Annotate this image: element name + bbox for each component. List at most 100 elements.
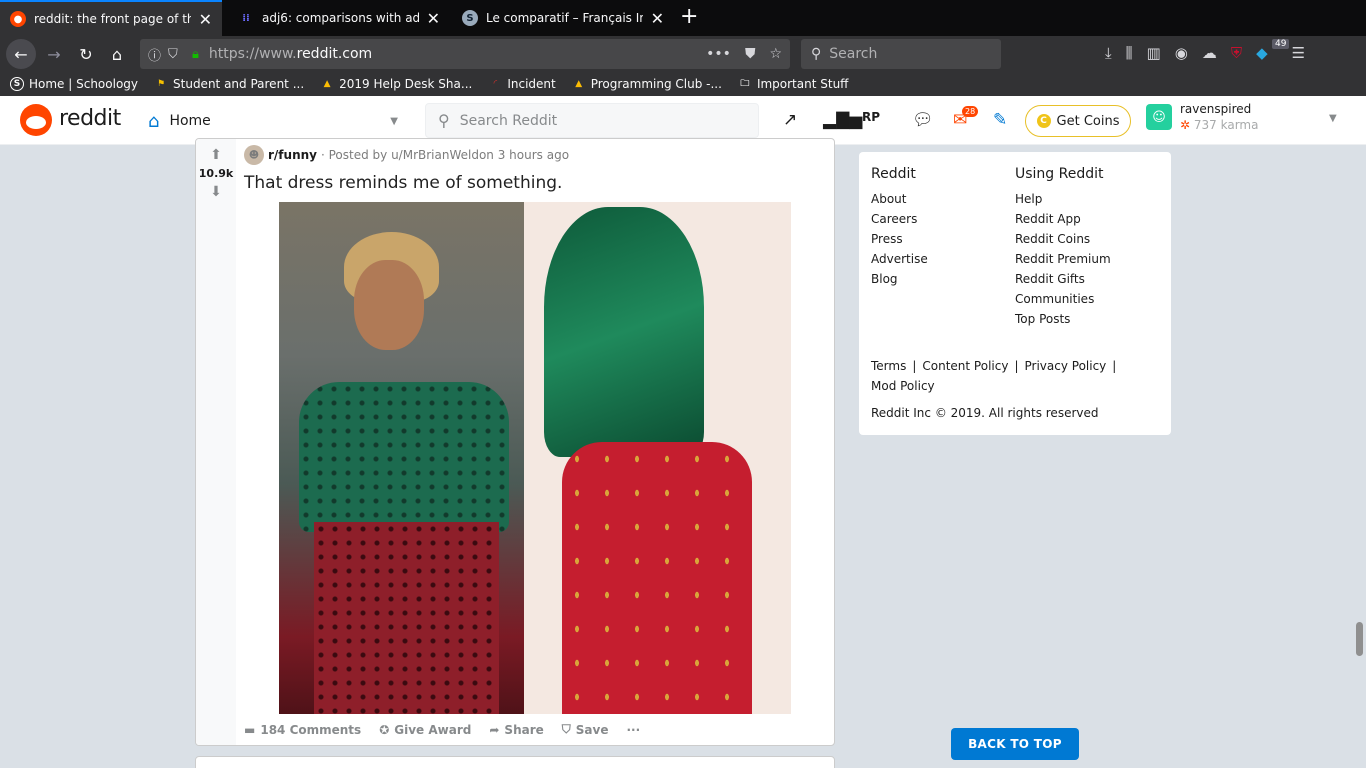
bookmark-incident[interactable]: ◜ Incident xyxy=(488,77,556,91)
tab-title: Le comparatif – Français Interactif xyxy=(486,11,643,25)
pocket-icon[interactable]: ⛊ xyxy=(745,46,756,62)
bookmark-label: Home | Schoology xyxy=(29,77,139,91)
forward-arrow-icon[interactable]: → xyxy=(40,40,68,68)
account-icon[interactable]: ◉ xyxy=(1175,44,1188,62)
reddit-wordmark[interactable]: reddit xyxy=(59,106,121,131)
rpan-icon[interactable]: RP xyxy=(862,110,880,124)
schoology-icon: S xyxy=(10,77,24,91)
link-reddit-gifts[interactable]: Reddit Gifts xyxy=(1015,272,1111,286)
tab-title: adj6: comparisons with adjectives xyxy=(262,11,419,25)
shield-icon[interactable]: ⛉ xyxy=(168,47,178,62)
karma-icon: ✲ xyxy=(1180,118,1191,132)
reddit-favicon-icon: ● xyxy=(10,11,26,27)
user-menu[interactable]: ☺ ravenspired ✲ 737 karma xyxy=(1146,102,1258,132)
vpn-icon[interactable]: ☁ xyxy=(1202,44,1217,62)
post-title[interactable]: That dress reminds me of something. xyxy=(244,173,562,193)
link-communities[interactable]: Communities xyxy=(1015,292,1111,306)
page-actions-icon[interactable]: ••• xyxy=(706,46,731,62)
bookmark-icon: ⛉ xyxy=(561,722,571,736)
chat-icon[interactable]: 💬︎ xyxy=(912,110,934,130)
post-card[interactable]: ⬆ 10.9k ⬇ ☻ r/funny · Posted by u/MrBria… xyxy=(195,138,835,746)
link-mod-policy[interactable]: Mod Policy xyxy=(871,379,935,393)
tab-reddit[interactable]: ● reddit: the front page of the internet… xyxy=(0,0,222,36)
bookmark-label: 2019 Help Desk Sha... xyxy=(339,77,473,91)
posted-by[interactable]: · Posted by u/MrBrianWeldon 3 hours ago xyxy=(321,148,569,162)
link-terms[interactable]: Terms xyxy=(871,359,906,373)
close-tab-icon[interactable]: ✕ xyxy=(651,9,664,28)
link-content-policy[interactable]: Content Policy xyxy=(922,359,1008,373)
sidebar-icon[interactable]: ▥ xyxy=(1147,44,1161,62)
link-help[interactable]: Help xyxy=(1015,192,1111,206)
next-post-card[interactable] xyxy=(195,756,835,768)
sidebar-footer-card: Reddit About Careers Press Advertise Blo… xyxy=(859,152,1171,435)
back-arrow-icon[interactable]: ← xyxy=(6,39,36,69)
link-about[interactable]: About xyxy=(871,192,928,206)
get-coins-button[interactable]: C Get Coins xyxy=(1025,105,1131,137)
lock-icon: 🔒︎ xyxy=(192,46,199,62)
tab-adj6[interactable]: ⁞⁞ adj6: comparisons with adjectives ✕ xyxy=(228,0,450,36)
link-reddit-premium[interactable]: Reddit Premium xyxy=(1015,252,1111,266)
reddit-logo-icon[interactable] xyxy=(20,104,52,136)
subreddit-link[interactable]: r/funny xyxy=(268,148,317,162)
download-icon[interactable]: ⤓ xyxy=(1105,44,1112,62)
home-icon[interactable]: ⌂ xyxy=(103,40,131,68)
link-privacy-policy[interactable]: Privacy Policy xyxy=(1025,359,1107,373)
link-reddit-app[interactable]: Reddit App xyxy=(1015,212,1111,226)
tab-comparatif[interactable]: S Le comparatif – Français Interactif ✕ xyxy=(452,0,674,36)
bookmark-programming-club[interactable]: ▲ Programming Club -... xyxy=(572,77,722,91)
upvote-arrow-icon[interactable]: ⬆ xyxy=(210,147,222,163)
bookmark-label: Student and Parent ... xyxy=(173,77,305,91)
ublock-icon[interactable]: ⛨ xyxy=(1231,44,1242,62)
back-to-top-button[interactable]: BACK TO TOP xyxy=(951,728,1079,760)
link-blog[interactable]: Blog xyxy=(871,272,928,286)
post-actions: ▬ 184 Comments ✪ Give Award ➦ Share ⛉ Sa… xyxy=(244,722,640,737)
browser-tab-bar: ● reddit: the front page of the internet… xyxy=(0,0,1366,36)
search-icon: ⚲ xyxy=(811,46,822,62)
swirl-icon: ◜ xyxy=(493,79,498,89)
extension-icon[interactable]: ◆ xyxy=(1256,44,1268,62)
extension-badge: 49 xyxy=(1272,39,1290,49)
comments-button[interactable]: ▬ 184 Comments xyxy=(244,723,361,737)
bookmark-schoology[interactable]: S Home | Schoology xyxy=(10,77,138,91)
bookmark-student-parent[interactable]: ⚑ Student and Parent ... xyxy=(154,77,304,91)
create-post-icon[interactable]: ✎ xyxy=(993,110,1007,130)
new-tab-icon[interactable]: + xyxy=(680,4,698,29)
menu-icon[interactable]: ☰ xyxy=(1292,44,1305,62)
downvote-arrow-icon[interactable]: ⬇ xyxy=(210,184,222,200)
bookmark-important-stuff[interactable]: 🗀︎ Important Stuff xyxy=(738,77,848,91)
image-woman-in-dress xyxy=(279,202,524,714)
close-tab-icon[interactable]: ✕ xyxy=(427,9,440,28)
karma-count: 737 karma xyxy=(1193,118,1259,132)
close-tab-icon[interactable]: ✕ xyxy=(199,10,212,29)
reload-icon[interactable]: ↻ xyxy=(72,40,100,68)
info-icon[interactable]: ⓘ xyxy=(148,45,161,64)
link-top-posts[interactable]: Top Posts xyxy=(1015,312,1111,326)
scrollbar-thumb[interactable] xyxy=(1356,622,1363,656)
library-icon[interactable]: ⫼ xyxy=(1126,44,1133,62)
subreddit-icon[interactable]: ☻ xyxy=(244,145,264,165)
home-dropdown[interactable]: ⌂ Home ▼ xyxy=(148,108,398,134)
link-press[interactable]: Press xyxy=(871,232,928,246)
link-advertise[interactable]: Advertise xyxy=(871,252,928,266)
browser-nav-bar: ← → ↻ ⌂ ⓘ ⛉ 🔒︎ https://www. reddit.com ••… xyxy=(0,36,1366,72)
using-reddit-links-column: Using Reddit Help Reddit App Reddit Coin… xyxy=(1015,166,1111,332)
bookmark-help-desk[interactable]: ▲ 2019 Help Desk Sha... xyxy=(320,77,473,91)
reddit-search-input[interactable]: ⚲ Search Reddit xyxy=(425,103,759,138)
leaderboard-icon[interactable]: ▂▇▅ xyxy=(823,110,862,130)
save-button[interactable]: ⛉ Save xyxy=(562,722,609,737)
tab-title: reddit: the front page of the internet xyxy=(34,12,191,26)
home-label: Home xyxy=(169,113,211,129)
post-image[interactable] xyxy=(279,202,791,714)
link-careers[interactable]: Careers xyxy=(871,212,928,226)
give-award-button[interactable]: ✪ Give Award xyxy=(379,723,471,737)
link-reddit-coins[interactable]: Reddit Coins xyxy=(1015,232,1111,246)
browser-search-input[interactable]: ⚲ Search xyxy=(801,39,1001,69)
url-bar[interactable]: ⓘ ⛉ 🔒︎ https://www. reddit.com ••• ⛊ ☆ xyxy=(140,39,790,69)
more-options-button[interactable]: ··· xyxy=(626,723,640,737)
bookmarks-bar: S Home | Schoology ⚑ Student and Parent … xyxy=(0,72,1366,96)
trending-icon[interactable]: ↗ xyxy=(783,110,797,130)
chevron-down-icon[interactable]: ▼ xyxy=(1329,113,1337,124)
bookmark-star-icon[interactable]: ☆ xyxy=(769,46,782,62)
schoology-favicon-icon: S xyxy=(462,10,478,26)
share-button[interactable]: ➦ Share xyxy=(489,723,543,737)
